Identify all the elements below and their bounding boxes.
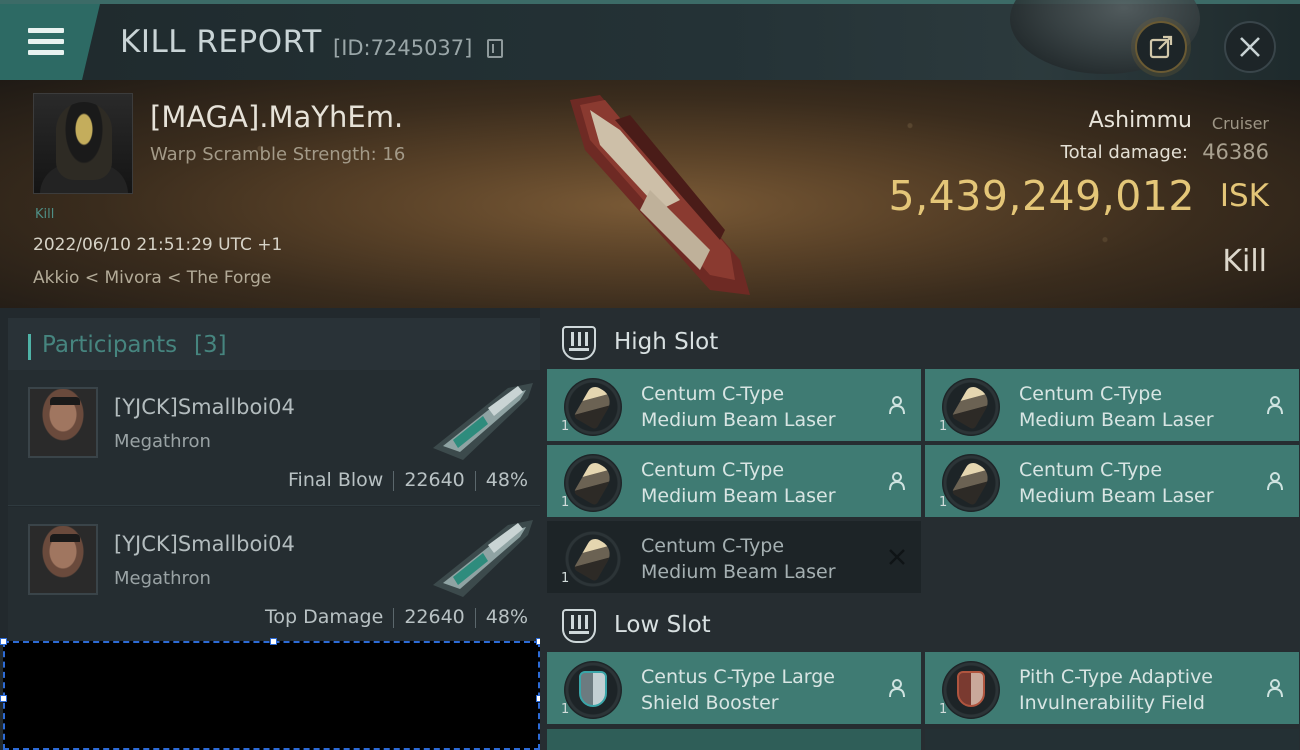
module-quantity: 1 xyxy=(561,419,570,434)
victim-avatar[interactable] xyxy=(33,93,133,194)
pilot-icon xyxy=(889,396,905,415)
module-quantity: 1 xyxy=(939,495,948,510)
redacted-selection[interactable] xyxy=(0,638,543,750)
module-quantity: 1 xyxy=(939,419,948,434)
participant-stats: Top Damage 22640 48% xyxy=(265,606,528,628)
menu-button[interactable] xyxy=(0,4,100,80)
laser-module-icon xyxy=(564,378,622,436)
laser-module-icon xyxy=(942,378,1000,436)
laser-module-icon xyxy=(942,454,1000,512)
participants-header[interactable]: Participants [3] xyxy=(8,318,540,370)
resize-handle[interactable] xyxy=(0,695,7,702)
participant-percent: 48% xyxy=(485,606,528,628)
participant-ship-image xyxy=(433,520,533,597)
module-quantity: 1 xyxy=(561,702,570,717)
close-button[interactable] xyxy=(1224,21,1276,73)
kill-date: 2022/06/10 21:51:29 UTC +1 xyxy=(33,235,283,255)
participant-role: Top Damage xyxy=(265,606,384,628)
module-name: Pith C-Type Adaptive Invulnerability Fie… xyxy=(1019,666,1213,714)
warp-scramble-strength: Warp Scramble Strength: 16 xyxy=(150,144,406,165)
module-quantity: 1 xyxy=(939,702,948,717)
kill-location[interactable]: Akkio < Mivora < The Forge xyxy=(33,268,271,288)
module-name: Centum C-Type Medium Beam Laser xyxy=(1019,459,1214,507)
kill-status: Kill xyxy=(1222,244,1267,279)
close-icon xyxy=(1240,37,1260,57)
module-item[interactable]: 1 Centum C-Type Medium Beam Laser xyxy=(547,369,921,441)
module-name: Centum C-Type Medium Beam Laser xyxy=(641,459,836,507)
module-item[interactable]: 1 Centum C-Type Medium Beam Laser xyxy=(547,521,921,593)
share-icon xyxy=(1149,35,1173,59)
module-item[interactable]: 1 Centum C-Type Medium Beam Laser xyxy=(547,445,921,517)
high-slot-icon xyxy=(562,326,596,360)
participant-damage: 22640 xyxy=(404,606,465,628)
report-id: [ID:7245037] xyxy=(333,36,473,60)
module-quantity: 1 xyxy=(561,495,570,510)
participant-row[interactable]: [YJCK]Smallboi04 Megathron Final Blow 226… xyxy=(8,370,540,506)
isk-value: 5,439,249,012 xyxy=(888,172,1195,220)
pilot-icon xyxy=(1267,396,1283,415)
participant-name: [YJCK]Smallboi04 xyxy=(114,532,295,556)
resize-handle[interactable] xyxy=(270,638,277,645)
low-slot-icon xyxy=(562,609,596,643)
invulnerability-field-icon xyxy=(942,661,1000,719)
participant-ship-image xyxy=(433,383,533,460)
top-bar: KILL REPORT [ID:7245037] xyxy=(0,0,1300,80)
low-slot-label: Low Slot xyxy=(614,612,711,638)
participant-avatar[interactable] xyxy=(28,524,98,595)
module-item[interactable]: 1 Centum C-Type Medium Beam Laser xyxy=(925,369,1299,441)
participant-ship: Megathron xyxy=(114,431,211,452)
page-title: KILL REPORT xyxy=(120,24,322,60)
pilot-icon xyxy=(889,679,905,698)
participant-damage: 22640 xyxy=(404,469,465,491)
low-slot-header: Low Slot xyxy=(540,594,1300,654)
fitting-panel: High Slot 1 Centum C-Type Medium Beam La… xyxy=(540,308,1300,750)
total-damage-value: 46386 xyxy=(1202,140,1269,164)
module-item[interactable]: 1 Centum C-Type Medium Beam Laser xyxy=(925,445,1299,517)
module-name: Centum C-Type Medium Beam Laser xyxy=(1019,383,1214,431)
participant-avatar[interactable] xyxy=(28,387,98,458)
pilot-icon xyxy=(1267,472,1283,491)
copy-icon[interactable] xyxy=(487,39,503,58)
module-item-partial[interactable] xyxy=(547,729,921,750)
victim-summary: [MAGA].MaYhEm. Warp Scramble Strength: 1… xyxy=(0,80,1300,308)
ship-class: Cruiser xyxy=(1211,114,1269,133)
module-quantity: 1 xyxy=(561,571,570,586)
laser-module-icon xyxy=(564,454,622,512)
share-button[interactable] xyxy=(1135,21,1187,73)
module-name: Centus C-Type Large Shield Booster xyxy=(641,666,835,714)
participant-ship: Megathron xyxy=(114,568,211,589)
participant-name: [YJCK]Smallboi04 xyxy=(114,395,295,419)
isk-unit: ISK xyxy=(1219,178,1269,214)
module-name: Centum C-Type Medium Beam Laser xyxy=(641,383,836,431)
shield-booster-icon xyxy=(564,661,622,719)
pilot-icon xyxy=(889,472,905,491)
participant-percent: 48% xyxy=(485,469,528,491)
participants-count: [3] xyxy=(194,332,227,358)
high-slot-header: High Slot xyxy=(540,311,1300,371)
victim-ship-image xyxy=(570,95,750,295)
pilot-icon xyxy=(1267,679,1283,698)
laser-module-icon xyxy=(564,530,622,588)
resize-handle[interactable] xyxy=(0,638,7,645)
high-slot-label: High Slot xyxy=(614,329,719,355)
participant-stats: Final Blow 22640 48% xyxy=(288,469,528,491)
module-item[interactable]: 1 Pith C-Type Adaptive Invulnerability F… xyxy=(925,652,1299,724)
total-damage-label: Total damage: xyxy=(1060,142,1188,163)
participant-row[interactable]: [YJCK]Smallboi04 Megathron Top Damage 226… xyxy=(8,507,540,643)
participants-label: Participants xyxy=(42,332,178,358)
ship-name[interactable]: Ashimmu xyxy=(1089,108,1192,133)
kill-tag: Kill xyxy=(35,207,55,222)
victim-name[interactable]: [MAGA].MaYhEm. xyxy=(150,100,403,134)
module-item-partial[interactable] xyxy=(925,729,1299,750)
x-icon xyxy=(889,549,905,565)
participant-role: Final Blow xyxy=(288,469,384,491)
module-item[interactable]: 1 Centus C-Type Large Shield Booster xyxy=(547,652,921,724)
module-name: Centum C-Type Medium Beam Laser xyxy=(641,535,836,583)
